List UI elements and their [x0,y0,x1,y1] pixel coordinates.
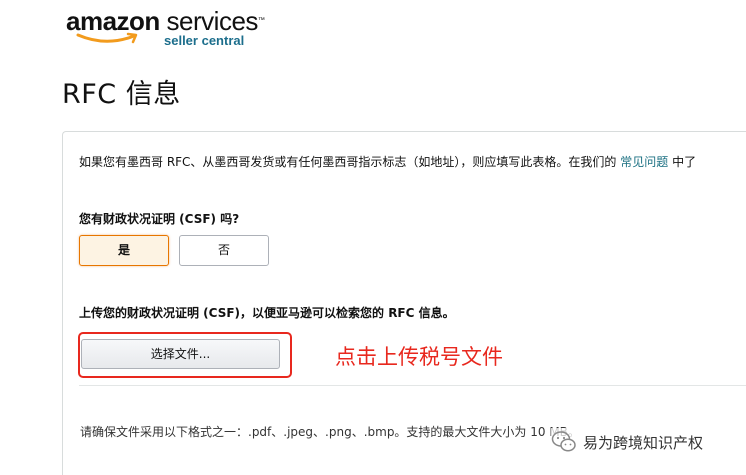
watermark-text: 易为跨境知识产权 [583,433,704,452]
csf-question-label: 您有财政状况证明 (CSF) 吗? [79,212,240,226]
csf-yes-button[interactable]: 是 [79,235,169,266]
divider [79,385,746,386]
choose-file-button[interactable]: 选择文件... [81,339,280,369]
amazon-services-logo[interactable]: amazon services™ seller central [66,6,266,50]
annotation-text: 点击上传税号文件 [335,345,503,369]
amazon-smile-icon [76,32,138,44]
upload-label: 上传您的财政状况证明 (CSF)，以便亚马逊可以检索您的 RFC 信息。 [79,306,455,320]
file-format-note: 请确保文件采用以下格式之一：.pdf、.jpeg、.png、.bmp。支持的最大… [80,425,580,439]
wechat-icon [551,431,576,452]
logo-subtitle: seller central [164,33,245,48]
intro-text: 如果您有墨西哥 RFC、从墨西哥发货或有任何墨西哥指示标志（如地址），则应填写此… [79,155,697,169]
csf-no-button[interactable]: 否 [179,235,269,266]
faq-link[interactable]: 常见问题 [620,155,668,169]
watermark: 易为跨境知识产权 [551,428,704,456]
page: amazon services™ seller central RFC 信息 如… [0,0,746,475]
page-title: RFC 信息 [62,79,181,110]
logo-services: services [166,6,259,36]
